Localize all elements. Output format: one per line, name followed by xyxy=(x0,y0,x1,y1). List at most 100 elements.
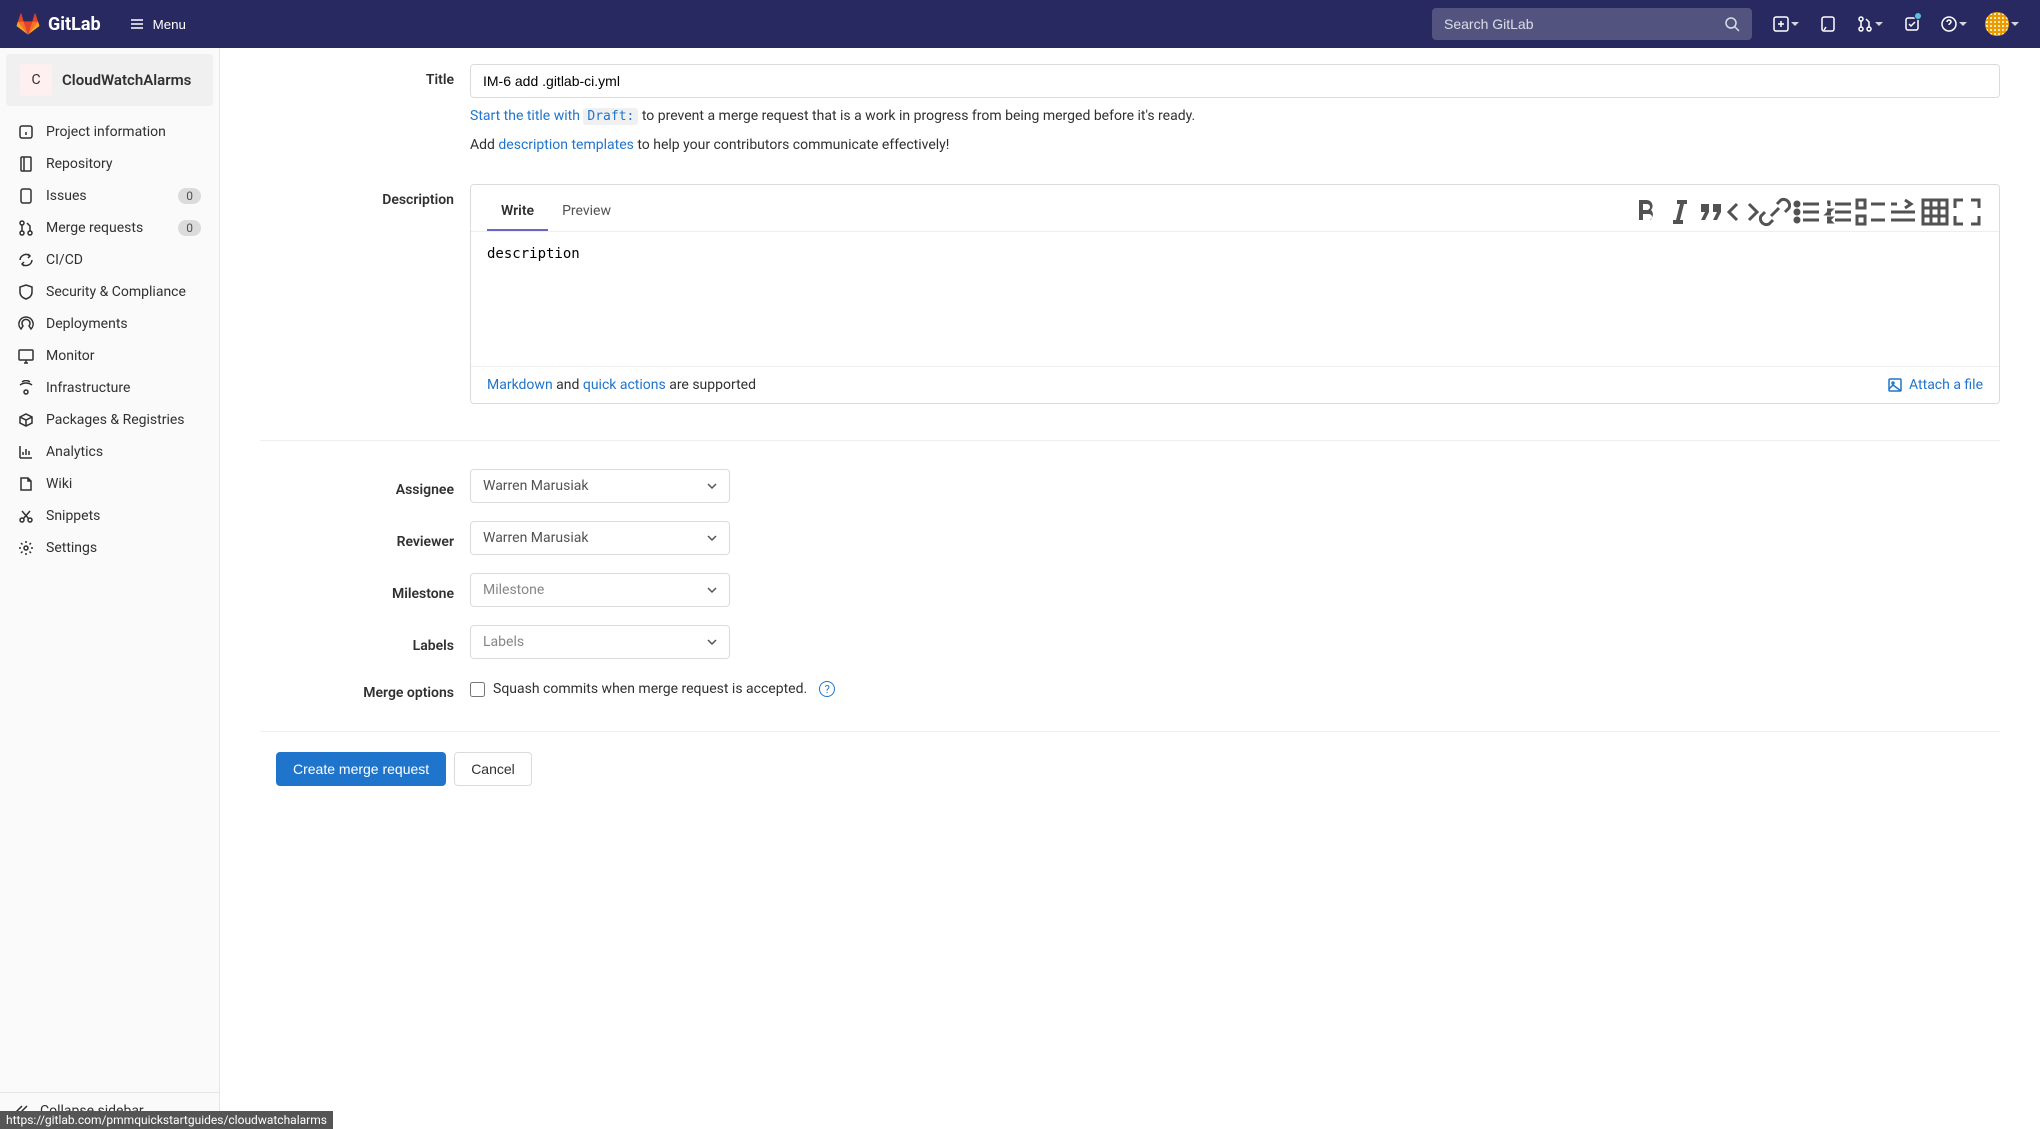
sidebar-item-issues[interactable]: Issues 0 xyxy=(0,180,219,212)
sidebar-item-label: Analytics xyxy=(46,444,201,460)
task-list-icon xyxy=(1855,196,1887,228)
gear-icon xyxy=(18,540,34,556)
draft-code: Draft: xyxy=(583,108,638,125)
sidebar-item-snippets[interactable]: Snippets xyxy=(0,500,219,532)
action-buttons: Create merge request Cancel xyxy=(276,752,2000,786)
sidebar: C CloudWatchAlarms Project information R… xyxy=(0,48,220,1129)
gitlab-logo-link[interactable]: GitLab xyxy=(16,12,101,36)
milestone-dropdown[interactable]: Milestone xyxy=(470,573,730,607)
assignee-row: Assignee Warren Marusiak xyxy=(260,469,2000,503)
project-header[interactable]: C CloudWatchAlarms xyxy=(6,54,213,106)
bold-button[interactable] xyxy=(1631,196,1663,228)
link-button[interactable] xyxy=(1759,196,1791,228)
italic-button[interactable] xyxy=(1663,196,1695,228)
help-button[interactable] xyxy=(1932,8,1976,40)
help-icon[interactable]: ? xyxy=(819,681,835,697)
assignee-dropdown[interactable]: Warren Marusiak xyxy=(470,469,730,503)
editor-toolbar xyxy=(1631,196,1983,228)
sidebar-item-settings[interactable]: Settings xyxy=(0,532,219,564)
issues-shortcut-button[interactable] xyxy=(1812,8,1844,40)
labels-dropdown[interactable]: Labels xyxy=(470,625,730,659)
chevron-down-icon xyxy=(1875,22,1883,26)
sidebar-item-cicd[interactable]: CI/CD xyxy=(0,244,219,276)
main-content: Title Start the title with Draft: to pre… xyxy=(220,48,2040,846)
search-icon xyxy=(1724,16,1740,32)
description-row: Description Write Preview xyxy=(260,184,2000,404)
snippets-icon xyxy=(18,508,34,524)
quote-button[interactable] xyxy=(1695,196,1727,228)
issues-icon xyxy=(18,188,34,204)
user-menu-button[interactable] xyxy=(1980,8,2024,40)
draft-link[interactable]: Start the title with Draft: xyxy=(470,108,638,124)
hamburger-icon xyxy=(129,16,145,32)
sidebar-item-security[interactable]: Security & Compliance xyxy=(0,276,219,308)
search-box[interactable] xyxy=(1432,8,1752,40)
sidebar-item-merge-requests[interactable]: Merge requests 0 xyxy=(0,212,219,244)
bold-icon xyxy=(1631,196,1663,228)
merge-options-label: Merge options xyxy=(260,677,470,701)
task-list-button[interactable] xyxy=(1855,196,1887,228)
sidebar-item-project-information[interactable]: Project information xyxy=(0,116,219,148)
merge-requests-shortcut-button[interactable] xyxy=(1848,8,1892,40)
sidebar-item-label: Merge requests xyxy=(46,220,166,236)
title-row: Title Start the title with Draft: to pre… xyxy=(260,64,2000,156)
cancel-button[interactable]: Cancel xyxy=(454,752,532,786)
sidebar-item-repository[interactable]: Repository xyxy=(0,148,219,180)
attach-file-button[interactable]: Attach a file xyxy=(1887,377,1983,393)
sidebar-item-analytics[interactable]: Analytics xyxy=(0,436,219,468)
todos-button[interactable] xyxy=(1896,8,1928,40)
bullet-list-button[interactable] xyxy=(1791,196,1823,228)
plus-icon xyxy=(1773,16,1789,32)
search-input[interactable] xyxy=(1444,16,1724,32)
sidebar-item-label: CI/CD xyxy=(46,252,201,268)
milestone-placeholder: Milestone xyxy=(483,582,544,598)
title-input[interactable] xyxy=(470,64,2000,98)
editor-footer: Markdown and quick actions are supported… xyxy=(471,366,1999,403)
description-textarea[interactable] xyxy=(471,232,1999,362)
chevron-down-icon xyxy=(1959,22,1967,26)
assignee-value: Warren Marusiak xyxy=(483,478,588,494)
numbered-list-button[interactable] xyxy=(1823,196,1855,228)
labels-row: Labels Labels xyxy=(260,625,2000,659)
chevron-down-icon xyxy=(1791,22,1799,26)
reviewer-dropdown[interactable]: Warren Marusiak xyxy=(470,521,730,555)
code-button[interactable] xyxy=(1727,196,1759,228)
markdown-link[interactable]: Markdown xyxy=(487,377,553,393)
collapse-button[interactable] xyxy=(1887,196,1919,228)
code-icon xyxy=(1727,196,1759,228)
sidebar-item-label: Issues xyxy=(46,188,166,204)
create-merge-request-button[interactable]: Create merge request xyxy=(276,752,446,786)
tab-write[interactable]: Write xyxy=(487,193,548,231)
sidebar-item-infrastructure[interactable]: Infrastructure xyxy=(0,372,219,404)
package-icon xyxy=(18,412,34,428)
fullscreen-button[interactable] xyxy=(1951,196,1983,228)
squash-label: Squash commits when merge request is acc… xyxy=(493,681,807,697)
quote-icon xyxy=(1695,196,1727,228)
tab-preview[interactable]: Preview xyxy=(548,193,625,231)
sidebar-item-monitor[interactable]: Monitor xyxy=(0,340,219,372)
create-new-button[interactable] xyxy=(1764,8,1808,40)
notification-dot-icon xyxy=(1914,12,1922,20)
squash-checkbox[interactable] xyxy=(470,682,485,697)
sidebar-item-label: Monitor xyxy=(46,348,201,364)
milestone-label: Milestone xyxy=(260,578,470,602)
sidebar-item-label: Security & Compliance xyxy=(46,284,201,300)
menu-button[interactable]: Menu xyxy=(121,8,194,40)
sidebar-item-label: Snippets xyxy=(46,508,201,524)
project-avatar: C xyxy=(20,64,52,96)
table-button[interactable] xyxy=(1919,196,1951,228)
chevron-down-icon xyxy=(707,533,717,543)
description-templates-link[interactable]: description templates xyxy=(498,137,633,153)
milestone-row: Milestone Milestone xyxy=(260,573,2000,607)
sidebar-item-label: Wiki xyxy=(46,476,201,492)
quick-actions-link[interactable]: quick actions xyxy=(583,377,666,393)
labels-label: Labels xyxy=(260,630,470,654)
sidebar-item-label: Repository xyxy=(46,156,201,172)
count-badge: 0 xyxy=(178,188,201,204)
count-badge: 0 xyxy=(178,220,201,236)
chevron-down-icon xyxy=(707,637,717,647)
sidebar-item-packages[interactable]: Packages & Registries xyxy=(0,404,219,436)
sidebar-item-wiki[interactable]: Wiki xyxy=(0,468,219,500)
question-icon xyxy=(1941,16,1957,32)
sidebar-item-deployments[interactable]: Deployments xyxy=(0,308,219,340)
